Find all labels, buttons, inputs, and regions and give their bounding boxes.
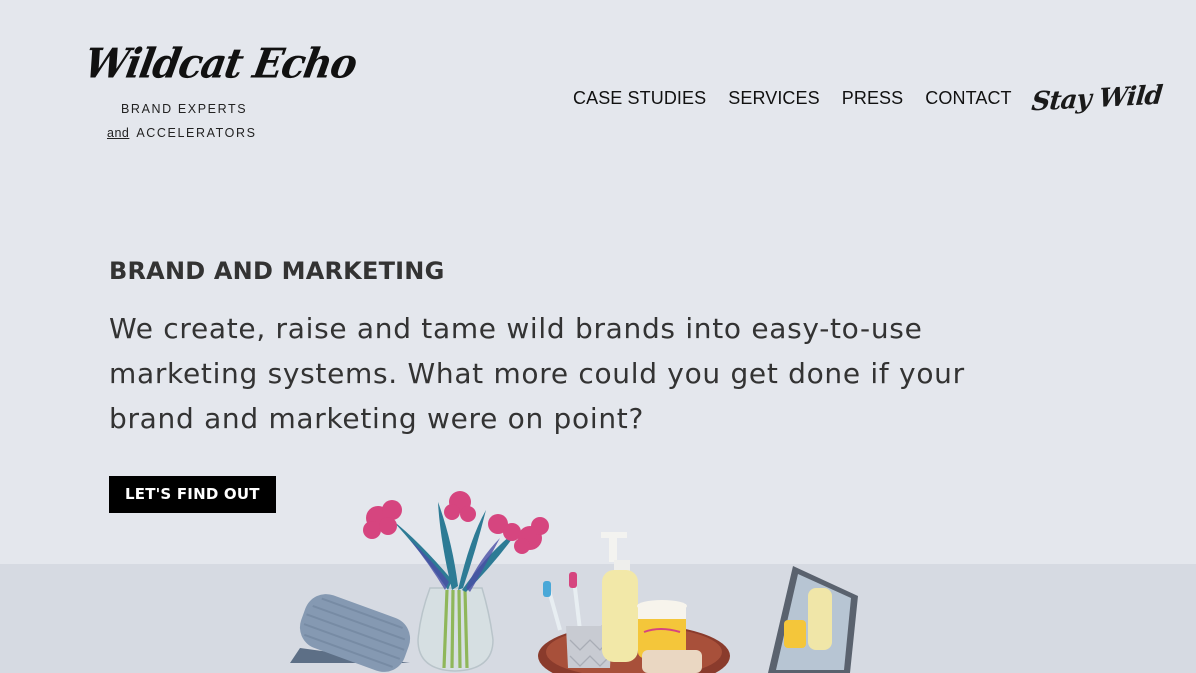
nav-services[interactable]: SERVICES xyxy=(728,88,820,109)
hero-eyebrow: BRAND AND MARKETING xyxy=(109,257,445,285)
towel-illustration xyxy=(290,594,411,672)
logo-tagline-line2: and ACCELERATORS xyxy=(107,126,257,140)
soap-bar-illustration xyxy=(642,650,702,673)
nav-contact[interactable]: CONTACT xyxy=(925,88,1011,109)
logo-tagline-and: and xyxy=(107,126,130,140)
cream-jar-illustration xyxy=(637,600,687,658)
main-navigation: CASE STUDIES SERVICES PRESS CONTACT Stay… xyxy=(573,81,1163,118)
nav-case-studies[interactable]: CASE STUDIES xyxy=(573,88,706,109)
logo-tagline-line1: BRAND EXPERTS xyxy=(121,102,248,116)
nav-press[interactable]: PRESS xyxy=(842,88,904,109)
hero-headline: We create, raise and tame wild brands in… xyxy=(109,312,965,435)
soap-bottle-illustration xyxy=(601,532,638,662)
brand-logo[interactable]: Wildcat Echo BRAND EXPERTS and ACCELERATO… xyxy=(80,38,360,140)
nav-stay-wild[interactable]: Stay Wild xyxy=(1030,81,1163,118)
mirror-illustration xyxy=(768,566,858,673)
bathroom-products-illustration xyxy=(290,491,858,673)
logo-tagline-accelerators: ACCELERATORS xyxy=(136,126,257,140)
logo-wordmark: Wildcat Echo xyxy=(80,39,360,88)
hero-section: BRAND AND MARKETING We create, raise and… xyxy=(109,255,989,513)
